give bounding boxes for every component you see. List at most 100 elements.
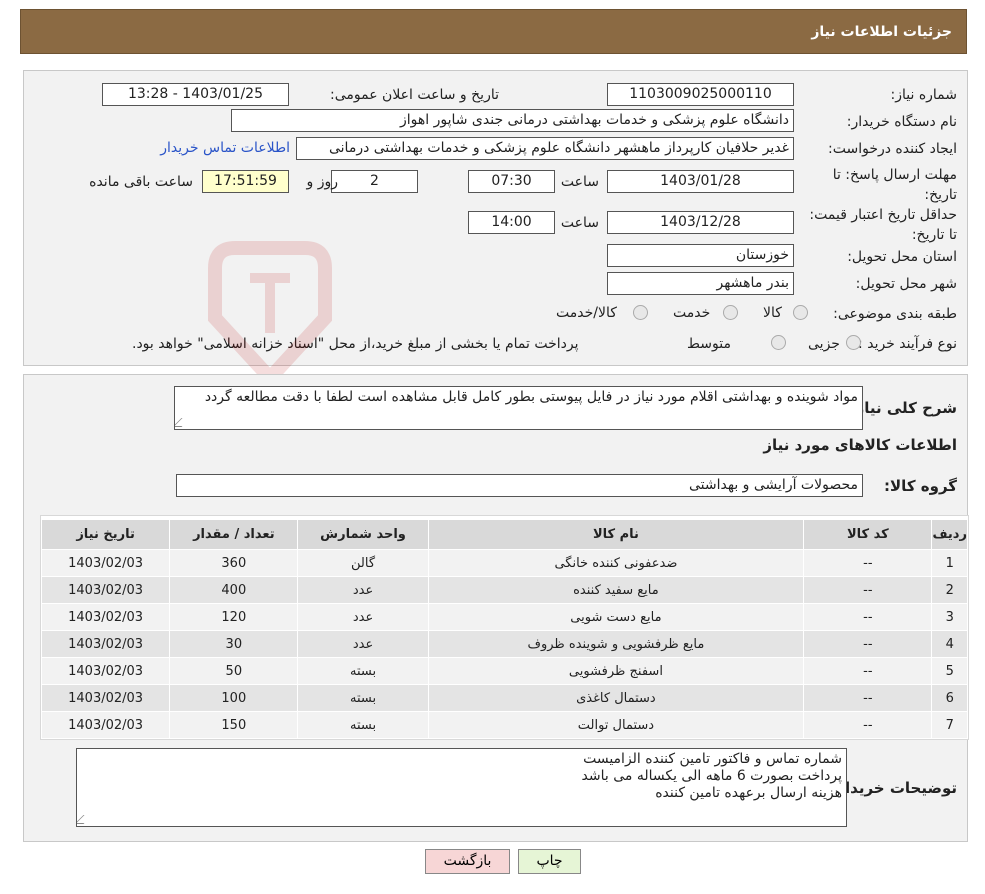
cell-row-number: 4 <box>931 630 968 658</box>
validity-label: حداقل تاریخ اعتبار قیمت: تا تاریخ: <box>809 207 957 243</box>
cell-unit: بسته <box>297 711 429 739</box>
col-need-date: تاریخ نیاز <box>40 519 171 550</box>
table-row: 5 -- اسفنج ظرفشویی بسته 50 1403/02/03 <box>40 657 968 685</box>
requester-field: غدیر حلافیان کارپرداز ماهشهر دانشگاه علو… <box>296 137 794 160</box>
deadline-label: مهلت ارسال پاسخ: تا تاریخ: <box>832 167 957 203</box>
cell-row-number: 3 <box>931 603 968 631</box>
process-option-minor: جزیی <box>808 336 840 352</box>
deadline-time-field: 07:30 <box>468 170 555 193</box>
cell-item-name: مایع دست شویی <box>427 603 805 631</box>
col-quantity: تعداد / مقدار <box>169 519 299 550</box>
cell-row-number: 7 <box>931 711 968 739</box>
cell-item-code: -- <box>803 630 933 658</box>
cell-item-code: -- <box>803 603 933 631</box>
cell-unit: عدد <box>297 603 429 631</box>
cell-need-date: 1403/02/03 <box>40 684 171 712</box>
category-option-goods: کالا <box>763 305 782 321</box>
cell-item-name: مایع ظرفشویی و شوینده ظروف <box>427 630 805 658</box>
cell-quantity: 30 <box>169 630 299 658</box>
cell-item-name: دستمال توالت <box>427 711 805 739</box>
resize-grip-icon[interactable] <box>77 815 93 824</box>
process-radio-minor[interactable] <box>846 335 861 350</box>
province-label: استان محل تحویل: <box>847 249 957 265</box>
cell-quantity: 100 <box>169 684 299 712</box>
cell-need-date: 1403/02/03 <box>40 630 171 658</box>
col-unit: واحد شمارش <box>297 519 429 550</box>
items-table: ردیف کد کالا نام کالا واحد شمارش تعداد /… <box>40 519 968 739</box>
items-panel: شرح کلی نیاز: مواد شوینده و بهداشتی اقلا… <box>23 374 969 842</box>
category-option-goods-service: کالا/خدمت <box>556 305 617 321</box>
cell-need-date: 1403/02/03 <box>40 549 171 577</box>
buyer-org-label: نام دستگاه خریدار: <box>846 114 957 130</box>
cell-item-name: اسفنج ظرفشویی <box>427 657 805 685</box>
cell-quantity: 150 <box>169 711 299 739</box>
requester-label: ایجاد کننده درخواست: <box>828 141 957 157</box>
summary-text: مواد شوینده و بهداشتی اقلام مورد نیاز در… <box>204 389 858 405</box>
resize-grip-icon[interactable] <box>175 418 191 427</box>
print-button[interactable]: چاپ <box>518 849 581 874</box>
cell-need-date: 1403/02/03 <box>40 576 171 604</box>
cell-row-number: 6 <box>931 684 968 712</box>
goods-group-field: محصولات آرایشی و بهداشتی <box>176 474 863 497</box>
validity-time-label: ساعت <box>560 215 599 231</box>
days-field: 2 <box>331 170 418 193</box>
cell-unit: بسته <box>297 657 429 685</box>
buyer-notes-textarea[interactable]: شماره تماس و فاکتور تامین کننده الزامیست… <box>76 748 847 827</box>
buyer-notes-label: توضیحات خریدار: <box>830 779 957 797</box>
province-field: خوزستان <box>607 244 794 267</box>
cell-item-code: -- <box>803 549 933 577</box>
cell-unit: گالن <box>297 549 429 577</box>
announce-label: تاریخ و ساعت اعلان عمومی: <box>330 87 499 103</box>
table-row: 1 -- ضدعفونی کننده خانگی گالن 360 1403/02/03 <box>40 549 968 577</box>
col-item-code: کد کالا <box>803 519 933 550</box>
buyer-note-line: پرداخت بصورت 6 ماهه الی یکساله می باشد <box>581 768 842 784</box>
buyer-contact-link[interactable]: اطلاعات تماس خریدار <box>160 140 290 156</box>
cell-item-code: -- <box>803 711 933 739</box>
cell-quantity: 360 <box>169 549 299 577</box>
deadline-date-field: 1403/01/28 <box>607 170 794 193</box>
buyer-note-line: هزینه ارسال برعهده تامین کننده <box>655 785 842 801</box>
cell-item-code: -- <box>803 576 933 604</box>
col-row-number: ردیف <box>931 519 968 550</box>
table-row: 2 -- مایع سفید کننده عدد 400 1403/02/03 <box>40 576 968 604</box>
process-option-medium: متوسط <box>687 336 731 352</box>
need-number-label: شماره نیاز: <box>890 87 958 103</box>
buyer-note-line: شماره تماس و فاکتور تامین کننده الزامیست <box>583 751 842 767</box>
city-label: شهر محل تحویل: <box>855 276 957 292</box>
cell-row-number: 2 <box>931 576 968 604</box>
remaining-time-field: 17:51:59 <box>202 170 289 193</box>
cell-row-number: 5 <box>931 657 968 685</box>
category-radio-service[interactable] <box>723 305 738 320</box>
deadline-time-label: ساعت <box>560 174 599 190</box>
cell-item-name: مایع سفید کننده <box>427 576 805 604</box>
table-row: 4 -- مایع ظرفشویی و شوینده ظروف عدد 30 1403/0… <box>40 630 968 658</box>
validity-time-field: 14:00 <box>468 211 555 234</box>
remaining-label: ساعت باقی مانده <box>89 174 193 190</box>
category-radio-goods-service[interactable] <box>633 305 648 320</box>
cell-item-name: ضدعفونی کننده خانگی <box>427 549 805 577</box>
announce-field: 1403/01/25 - 13:28 <box>102 83 289 106</box>
cell-quantity: 50 <box>169 657 299 685</box>
need-number-field: 1103009025000110 <box>607 83 794 106</box>
category-option-service: خدمت <box>673 305 711 321</box>
table-header-row: ردیف کد کالا نام کالا واحد شمارش تعداد /… <box>40 519 968 550</box>
table-row: 3 -- مایع دست شویی عدد 120 1403/02/03 <box>40 603 968 631</box>
validity-date-field: 1403/12/28 <box>607 211 794 234</box>
col-item-name: نام کالا <box>427 519 805 550</box>
cell-need-date: 1403/02/03 <box>40 711 171 739</box>
cell-quantity: 120 <box>169 603 299 631</box>
cell-unit: عدد <box>297 576 429 604</box>
process-note: پرداخت تمام یا بخشی از مبلغ خرید،از محل … <box>132 336 579 352</box>
items-section-title: اطلاعات کالاهای مورد نیاز <box>763 436 957 454</box>
page-title: جزئیات اطلاعات نیاز <box>811 23 952 40</box>
back-button[interactable]: بازگشت <box>425 849 510 874</box>
cell-row-number: 1 <box>931 549 968 577</box>
cell-quantity: 400 <box>169 576 299 604</box>
days-label: روز و <box>306 174 339 190</box>
process-radio-medium[interactable] <box>771 335 786 350</box>
cell-need-date: 1403/02/03 <box>40 657 171 685</box>
summary-textarea[interactable]: مواد شوینده و بهداشتی اقلام مورد نیاز در… <box>174 386 863 430</box>
category-radio-goods[interactable] <box>793 305 808 320</box>
cell-need-date: 1403/02/03 <box>40 603 171 631</box>
table-row: 7 -- دستمال توالت بسته 150 1403/02/03 <box>40 711 968 739</box>
